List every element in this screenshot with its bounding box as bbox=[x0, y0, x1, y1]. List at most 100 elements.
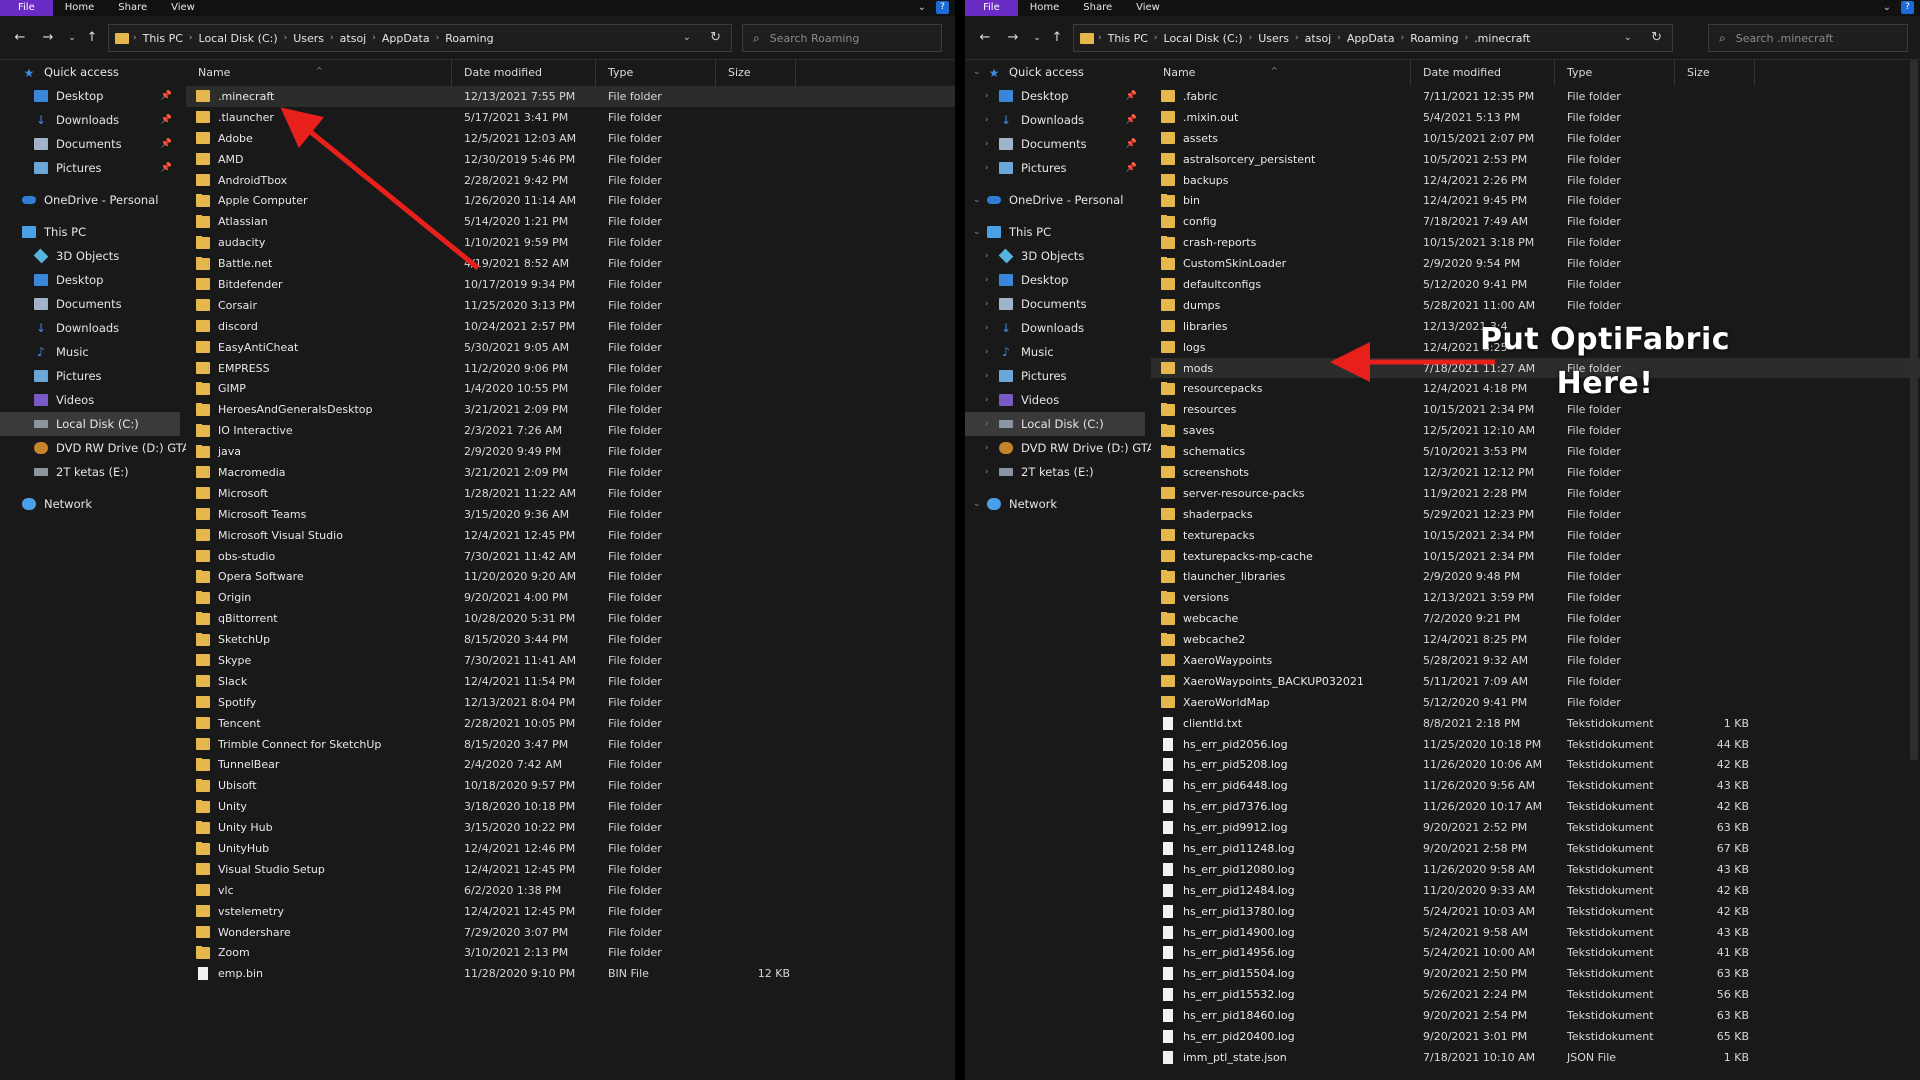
column-header-type[interactable]: Type bbox=[1555, 60, 1675, 86]
folder-row[interactable]: webcache 7/2/2020 9:21 PM File folder bbox=[1151, 608, 1920, 629]
nav-item-videos[interactable]: › Videos bbox=[965, 388, 1145, 412]
breadcrumb-item[interactable]: Users bbox=[287, 32, 330, 45]
folder-row[interactable]: .minecraft 12/13/2021 7:55 PM File folder bbox=[186, 86, 955, 107]
folder-row[interactable]: obs-studio 7/30/2021 11:42 AM File folder bbox=[186, 546, 955, 567]
folder-row[interactable]: SketchUp 8/15/2020 3:44 PM File folder bbox=[186, 629, 955, 650]
breadcrumb-item[interactable]: This PC bbox=[137, 32, 189, 45]
pin-icon[interactable]: 📌 bbox=[161, 91, 172, 101]
nav-item-documents[interactable]: › Documents 📌 bbox=[965, 132, 1145, 156]
folder-row[interactable]: Microsoft 1/28/2021 11:22 AM File folder bbox=[186, 483, 955, 504]
back-arrow-icon[interactable]: ← bbox=[977, 30, 993, 45]
folder-row[interactable]: Wondershare 7/29/2020 3:07 PM File folder bbox=[186, 922, 955, 943]
folder-row[interactable]: .tlauncher 5/17/2021 3:41 PM File folder bbox=[186, 107, 955, 128]
breadcrumb-item[interactable]: AppData bbox=[1341, 32, 1401, 45]
folder-row[interactable]: Microsoft Teams 3/15/2020 9:36 AM File fol… bbox=[186, 504, 955, 525]
expand-chevron-icon[interactable]: › bbox=[985, 323, 989, 333]
file-row[interactable]: hs_err_pid12080.log 11/26/2020 9:58 AM Tek… bbox=[1151, 859, 1920, 880]
folder-row[interactable]: UnityHub 12/4/2021 12:46 PM File folder bbox=[186, 838, 955, 859]
expand-chevron-icon[interactable]: › bbox=[985, 139, 989, 149]
folder-row[interactable]: XaeroWorldMap 5/12/2020 9:41 PM File folde… bbox=[1151, 692, 1920, 713]
folder-row[interactable]: schematics 5/10/2021 3:53 PM File folder bbox=[1151, 441, 1920, 462]
ribbon-tab-home[interactable]: Home bbox=[1018, 0, 1072, 16]
folder-row[interactable]: dumps 5/28/2021 11:00 AM File folder bbox=[1151, 295, 1920, 316]
breadcrumb-item[interactable]: AppData bbox=[376, 32, 436, 45]
folder-row[interactable]: defaultconfigs 5/12/2020 9:41 PM File fold… bbox=[1151, 274, 1920, 295]
folder-row[interactable]: Origin 9/20/2021 4:00 PM File folder bbox=[186, 587, 955, 608]
folder-row[interactable]: CustomSkinLoader 2/9/2020 9:54 PM File fol… bbox=[1151, 253, 1920, 274]
file-row[interactable]: hs_err_pid6448.log 11/26/2020 9:56 AM Teks… bbox=[1151, 775, 1920, 796]
column-header-size[interactable]: Size bbox=[1675, 60, 1755, 86]
folder-row[interactable]: Adobe 12/5/2021 12:03 AM File folder bbox=[186, 128, 955, 149]
breadcrumb-item[interactable]: This PC bbox=[1102, 32, 1154, 45]
ribbon-tab-home[interactable]: Home bbox=[53, 0, 107, 16]
nav-item-music[interactable]: › ♪ Music bbox=[965, 340, 1145, 364]
recent-locations-icon[interactable]: ⌄ bbox=[64, 33, 80, 43]
folder-row[interactable]: astralsorcery_persistent 10/5/2021 2:53 P… bbox=[1151, 149, 1920, 170]
folder-row[interactable]: Spotify 12/13/2021 8:04 PM File folder bbox=[186, 692, 955, 713]
folder-row[interactable]: Atlassian 5/14/2020 1:21 PM File folder bbox=[186, 211, 955, 232]
folder-row[interactable]: Microsoft Visual Studio 12/4/2021 12:45 P… bbox=[186, 525, 955, 546]
ribbon-tab-view[interactable]: View bbox=[159, 0, 207, 16]
folder-row[interactable]: webcache2 12/4/2021 8:25 PM File folder bbox=[1151, 629, 1920, 650]
expand-chevron-icon[interactable]: ⌄ bbox=[973, 227, 981, 237]
column-header-date[interactable]: Date modified bbox=[1411, 60, 1555, 86]
nav-item-pictures[interactable]: › Pictures bbox=[965, 364, 1145, 388]
breadcrumb-item[interactable]: Local Disk (C:) bbox=[1158, 32, 1249, 45]
folder-row[interactable]: Corsair 11/25/2020 3:13 PM File folder bbox=[186, 295, 955, 316]
file-row[interactable]: hs_err_pid18460.log 9/20/2021 2:54 PM Teks… bbox=[1151, 1005, 1920, 1026]
file-row[interactable]: hs_err_pid13780.log 5/24/2021 10:03 AM Tek… bbox=[1151, 901, 1920, 922]
folder-row[interactable]: vstelemetry 12/4/2021 12:45 PM File folder bbox=[186, 901, 955, 922]
refresh-icon[interactable]: ↻ bbox=[1651, 30, 1662, 45]
file-row[interactable]: emp.bin 11/28/2020 9:10 PM BIN File 12 KB bbox=[186, 963, 955, 984]
nav-item-desktop[interactable]: Desktop 📌 bbox=[0, 84, 180, 108]
refresh-icon[interactable]: ↻ bbox=[710, 30, 721, 45]
nav-item-this-pc[interactable]: ⌄ This PC bbox=[965, 220, 1145, 244]
folder-row[interactable]: Ubisoft 10/18/2020 9:57 PM File folder bbox=[186, 775, 955, 796]
folder-row[interactable]: Unity 3/18/2020 10:18 PM File folder bbox=[186, 796, 955, 817]
expand-chevron-icon[interactable]: ⌄ bbox=[973, 499, 981, 509]
breadcrumb-item[interactable]: atsoj bbox=[334, 32, 373, 45]
folder-row[interactable]: XaeroWaypoints_BACKUP032021 5/11/2021 7:0… bbox=[1151, 671, 1920, 692]
pin-icon[interactable]: 📌 bbox=[161, 139, 172, 149]
expand-chevron-icon[interactable]: › bbox=[985, 443, 989, 453]
search-box[interactable]: ⌕ Search .minecraft bbox=[1708, 24, 1908, 52]
folder-row[interactable]: XaeroWaypoints 5/28/2021 9:32 AM File fold… bbox=[1151, 650, 1920, 671]
folder-row[interactable]: EasyAntiCheat 5/30/2021 9:05 AM File folde… bbox=[186, 337, 955, 358]
expand-chevron-icon[interactable]: › bbox=[985, 275, 989, 285]
expand-chevron-icon[interactable]: ⌄ bbox=[973, 67, 981, 77]
breadcrumb-item[interactable]: Users bbox=[1252, 32, 1295, 45]
nav-item-downloads[interactable]: ↓ Downloads bbox=[0, 316, 180, 340]
help-icon[interactable]: ? bbox=[936, 1, 949, 14]
folder-row[interactable]: texturepacks 10/15/2021 2:34 PM File folde… bbox=[1151, 525, 1920, 546]
ribbon-tab-file[interactable]: File bbox=[965, 0, 1018, 16]
back-arrow-icon[interactable]: ← bbox=[12, 30, 28, 45]
nav-item-dvd-rw-drive-d-gta[interactable]: DVD RW Drive (D:) GTA bbox=[0, 436, 190, 460]
nav-item-pictures[interactable]: Pictures 📌 bbox=[0, 156, 180, 180]
folder-row[interactable]: EMPRESS 11/2/2020 9:06 PM File folder bbox=[186, 358, 955, 379]
pin-icon[interactable]: 📌 bbox=[1126, 163, 1137, 173]
folder-row[interactable]: backups 12/4/2021 2:26 PM File folder bbox=[1151, 170, 1920, 191]
pin-icon[interactable]: 📌 bbox=[1126, 91, 1137, 101]
address-bar[interactable]: › This PC › Local Disk (C:) › Users › at… bbox=[108, 24, 732, 52]
folder-row[interactable]: server-resource-packs 11/9/2021 2:28 PM Fi… bbox=[1151, 483, 1920, 504]
nav-item-local-disk-c[interactable]: › Local Disk (C:) bbox=[965, 412, 1145, 436]
nav-item-network[interactable]: Network bbox=[0, 492, 180, 516]
forward-arrow-icon[interactable]: → bbox=[1005, 30, 1021, 45]
breadcrumb-item[interactable]: Roaming bbox=[439, 32, 499, 45]
folder-row[interactable]: GIMP 1/4/2020 10:55 PM File folder bbox=[186, 378, 955, 399]
nav-item-3d-objects[interactable]: › 3D Objects bbox=[965, 244, 1145, 268]
nav-item-dvd-rw-drive-d-gta[interactable]: › DVD RW Drive (D:) GTA bbox=[965, 436, 1155, 460]
folder-row[interactable]: discord 10/24/2021 2:57 PM File folder bbox=[186, 316, 955, 337]
column-header-date[interactable]: Date modified bbox=[452, 60, 596, 86]
folder-row[interactable]: bin 12/4/2021 9:45 PM File folder bbox=[1151, 190, 1920, 211]
folder-row[interactable]: assets 10/15/2021 2:07 PM File folder bbox=[1151, 128, 1920, 149]
file-row[interactable]: hs_err_pid15504.log 9/20/2021 2:50 PM Teks… bbox=[1151, 963, 1920, 984]
file-row[interactable]: hs_err_pid11248.log 9/20/2021 2:58 PM Teks… bbox=[1151, 838, 1920, 859]
nav-item-network[interactable]: ⌄ Network bbox=[965, 492, 1145, 516]
nav-item-onedrive-personal[interactable]: OneDrive - Personal bbox=[0, 188, 180, 212]
expand-chevron-icon[interactable]: › bbox=[985, 91, 989, 101]
forward-arrow-icon[interactable]: → bbox=[40, 30, 56, 45]
folder-row[interactable]: Skype 7/30/2021 11:41 AM File folder bbox=[186, 650, 955, 671]
folder-row[interactable]: java 2/9/2020 9:49 PM File folder bbox=[186, 441, 955, 462]
folder-row[interactable]: Unity Hub 3/15/2020 10:22 PM File folder bbox=[186, 817, 955, 838]
